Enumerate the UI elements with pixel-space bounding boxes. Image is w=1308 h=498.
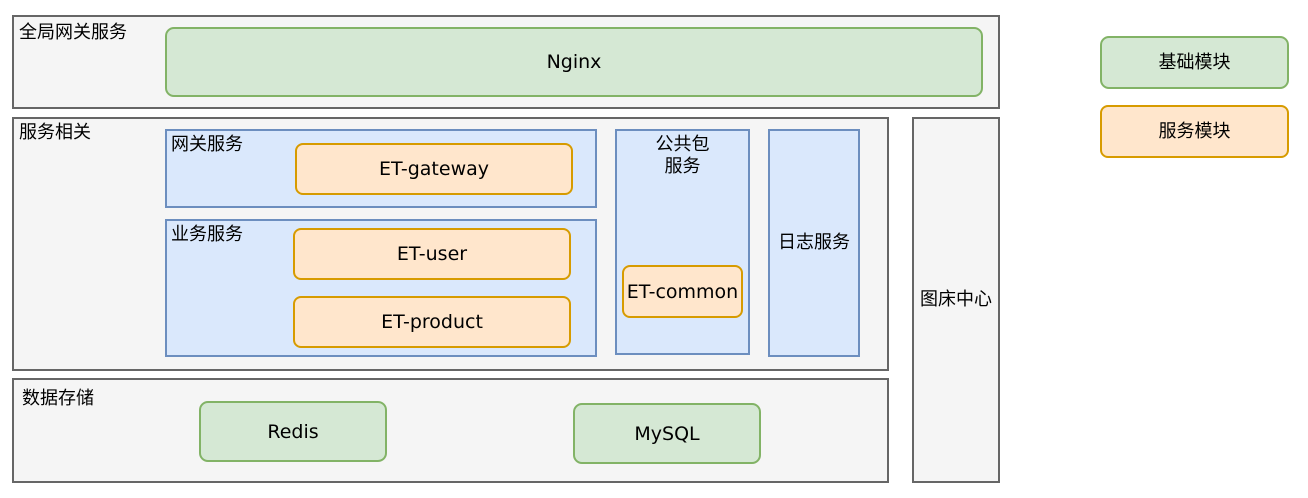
et-gateway-node[interactable]: ET-gateway bbox=[295, 143, 573, 195]
gateway-layer-title: 全局网关服务 bbox=[19, 22, 127, 43]
gateway-group-title: 网关服务 bbox=[171, 134, 243, 155]
storage-layer-title: 数据存储 bbox=[22, 388, 94, 409]
redis-node[interactable]: Redis bbox=[199, 401, 387, 462]
service-layer-title: 服务相关 bbox=[19, 122, 91, 143]
mysql-node[interactable]: MySQL bbox=[573, 403, 761, 464]
legend-service-module: 服务模块 bbox=[1100, 105, 1289, 158]
et-common-node[interactable]: ET-common bbox=[622, 265, 743, 318]
legend-basic-module: 基础模块 bbox=[1100, 36, 1289, 89]
common-group-title: 公共包 服务 bbox=[617, 134, 748, 178]
common-service-group: 公共包 服务 bbox=[615, 129, 750, 355]
common-group-title-line2: 服务 bbox=[664, 156, 701, 177]
business-group-title: 业务服务 bbox=[171, 224, 243, 245]
common-group-title-line1: 公共包 bbox=[655, 134, 710, 155]
log-service-group: 日志服务 bbox=[768, 129, 860, 357]
et-product-node[interactable]: ET-product bbox=[293, 296, 571, 348]
et-user-node[interactable]: ET-user bbox=[293, 228, 571, 280]
image-center: 图床中心 bbox=[912, 117, 1000, 483]
nginx-node[interactable]: Nginx bbox=[165, 27, 983, 97]
